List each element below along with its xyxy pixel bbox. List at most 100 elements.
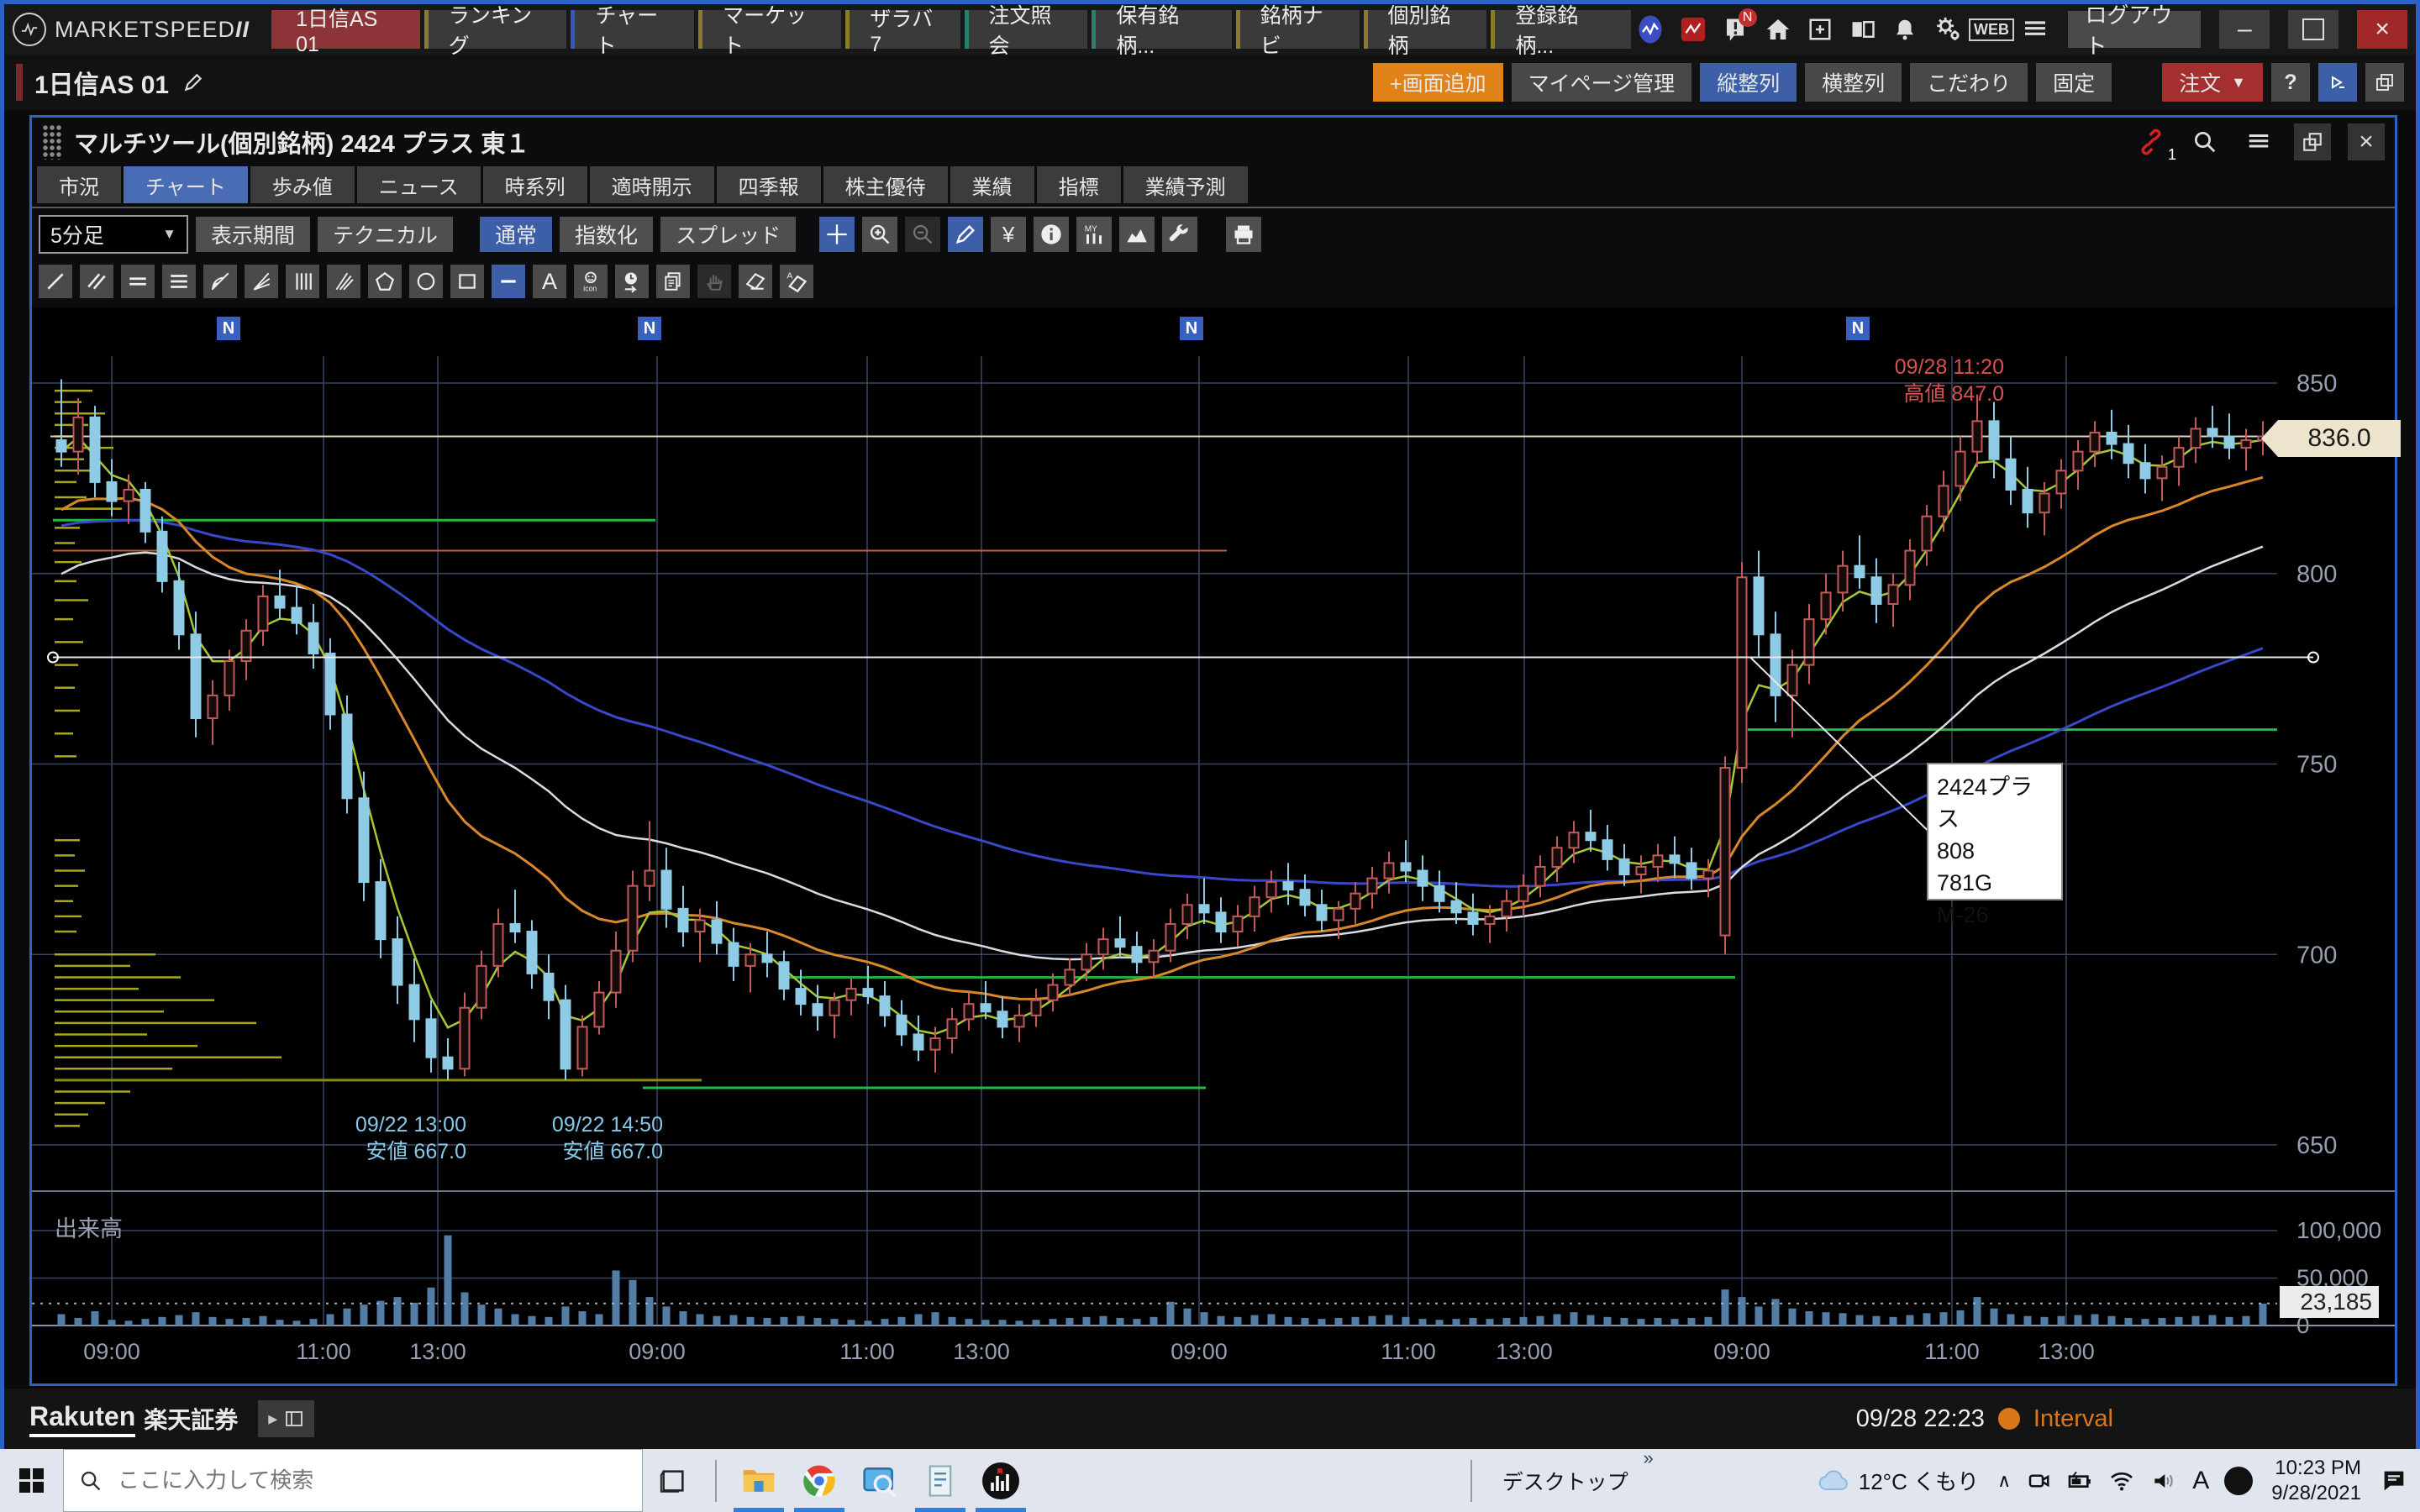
vertical-align-button[interactable]: 縦整列 xyxy=(1700,63,1797,102)
yen-display-icon[interactable]: ¥ xyxy=(991,217,1026,252)
info-icon[interactable] xyxy=(1034,217,1069,252)
task-view-button[interactable] xyxy=(643,1449,703,1512)
taskbar-clock[interactable]: 10:23 PM9/28/2021 xyxy=(2271,1456,2361,1506)
desktop-toolbar[interactable]: デスクトップ » xyxy=(1502,1466,1628,1496)
news-marker-3[interactable]: N xyxy=(1180,317,1203,340)
kodawari-button[interactable]: こだわり xyxy=(1910,63,2028,102)
display-icon[interactable] xyxy=(1849,13,1877,45)
tab-chart[interactable]: チャート xyxy=(124,166,248,203)
wifi-tray-icon[interactable] xyxy=(2108,1467,2135,1494)
technical-button[interactable]: テクニカル xyxy=(318,217,453,252)
window-titlebar[interactable]: マルチツール(個別銘柄) 2424 プラス 東１ 1 × xyxy=(32,118,2395,166)
menu-tab-zaraba[interactable]: ザラバ7 xyxy=(845,10,960,49)
draw-pencil-icon[interactable] xyxy=(948,217,983,252)
my-chart-icon[interactable]: MY xyxy=(1076,217,1112,252)
search-input[interactable] xyxy=(116,1467,590,1494)
tool-pentagon-icon[interactable] xyxy=(368,265,402,298)
help-button[interactable]: ? xyxy=(2271,63,2310,102)
close-button[interactable]: × xyxy=(2357,10,2407,49)
tool-eraser-icon[interactable] xyxy=(739,265,772,298)
web-link-icon[interactable]: WEB xyxy=(1975,13,2007,45)
zoom-out-icon[interactable] xyxy=(905,217,940,252)
tool-eraser-all-icon[interactable]: A xyxy=(780,265,813,298)
camera-tray-icon[interactable] xyxy=(2026,1468,2051,1494)
news-marker-1[interactable]: N xyxy=(217,317,240,340)
chart-red-icon[interactable] xyxy=(1679,13,1707,45)
link-group-icon[interactable]: 1 xyxy=(2133,123,2170,160)
tool-horizontal-segment-icon[interactable] xyxy=(492,265,525,298)
edit-pencil-icon[interactable] xyxy=(182,71,204,93)
window-close-icon[interactable]: × xyxy=(2348,123,2385,160)
add-window-icon[interactable] xyxy=(1806,13,1834,45)
marketspeed-app-icon[interactable]: R xyxy=(971,1449,1031,1512)
tool-text-icon[interactable]: A xyxy=(533,265,566,298)
display-period-button[interactable]: 表示期間 xyxy=(196,217,310,252)
menu-tab-ranking[interactable]: ランキング xyxy=(424,10,567,49)
menu-tab-workspace[interactable]: 1日信AS 01 xyxy=(271,10,420,49)
weather-widget[interactable]: 12°C くもり xyxy=(1817,1464,1979,1498)
taskbar-search[interactable] xyxy=(63,1449,643,1512)
horizontal-align-button[interactable]: 横整列 xyxy=(1805,63,1902,102)
tool-hand-icon[interactable] xyxy=(697,265,731,298)
file-explorer-icon[interactable] xyxy=(729,1449,789,1512)
tool-pitchfork-icon[interactable] xyxy=(327,265,360,298)
menu-tab-holdings[interactable]: 保有銘柄... xyxy=(1092,10,1231,49)
magnifier-app-icon[interactable] xyxy=(850,1449,910,1512)
tab-shihyo[interactable]: 指標 xyxy=(1037,166,1121,203)
menu-tab-individual-stock[interactable]: 個別銘柄 xyxy=(1364,10,1487,49)
tab-news[interactable]: ニュース xyxy=(357,166,481,203)
alert-icon[interactable]: N xyxy=(1721,13,1749,45)
popout-all-button[interactable] xyxy=(2365,63,2404,102)
maximize-button[interactable] xyxy=(2288,10,2338,49)
tab-gyoseki[interactable]: 業績 xyxy=(950,166,1034,203)
tool-multi-hlines-icon[interactable] xyxy=(162,265,196,298)
tab-shikiho[interactable]: 四季報 xyxy=(717,166,821,203)
mypage-manage-button[interactable]: マイページ管理 xyxy=(1512,63,1692,102)
bell-icon[interactable] xyxy=(1891,13,1919,45)
crosshair-icon[interactable] xyxy=(819,217,855,252)
search-icon[interactable] xyxy=(2186,123,2223,160)
normal-mode-button[interactable]: 通常 xyxy=(480,217,552,252)
notepad-icon[interactable] xyxy=(910,1449,971,1512)
tab-timeseries[interactable]: 時系列 xyxy=(483,166,587,203)
print-icon[interactable] xyxy=(1226,217,1261,252)
tab-forecast[interactable]: 業績予測 xyxy=(1123,166,1248,203)
battery-tray-icon[interactable] xyxy=(2066,1467,2093,1494)
tool-ellipse-icon[interactable] xyxy=(409,265,443,298)
news-marker-4[interactable]: N xyxy=(1846,317,1870,340)
popout-window-icon[interactable] xyxy=(2294,123,2331,160)
tool-cycle-lines-icon[interactable] xyxy=(615,265,649,298)
tool-two-hlines-icon[interactable] xyxy=(121,265,155,298)
settings-gears-icon[interactable] xyxy=(1933,13,1962,45)
minimize-button[interactable]: – xyxy=(2219,10,2270,49)
toolbar-chevron[interactable]: » xyxy=(1644,1447,1654,1469)
tab-yutai[interactable]: 株主優待 xyxy=(823,166,948,203)
menu-tab-market[interactable]: マーケット xyxy=(698,10,841,49)
chart-blue-icon[interactable] xyxy=(1635,13,1665,45)
action-center-icon[interactable] xyxy=(2380,1467,2408,1495)
tab-ayumine[interactable]: 歩み値 xyxy=(250,166,355,203)
spread-mode-button[interactable]: スプレッド xyxy=(660,217,796,252)
menu-hamburger-icon[interactable] xyxy=(2021,13,2049,45)
tool-rectangle-icon[interactable] xyxy=(450,265,484,298)
hidden-icons-chevron[interactable]: ∧ xyxy=(1997,1470,2011,1492)
pin-fixed-button[interactable]: 固定 xyxy=(2036,63,2112,102)
zoom-in-icon[interactable] xyxy=(862,217,897,252)
volume-tray-icon[interactable] xyxy=(2150,1467,2177,1494)
drag-handle[interactable] xyxy=(42,124,62,160)
add-screen-button[interactable]: +画面追加 xyxy=(1373,63,1503,102)
menu-tab-order-inquiry[interactable]: 注文照会 xyxy=(965,10,1088,49)
tab-shikyo[interactable]: 市況 xyxy=(37,166,121,203)
home-icon[interactable] xyxy=(1764,13,1792,45)
tool-fan-lines-icon[interactable] xyxy=(245,265,278,298)
tool-trendline-icon[interactable] xyxy=(39,265,72,298)
side-panel-toggle[interactable]: ▸ xyxy=(258,1400,314,1437)
tool-parallel-lines-icon[interactable] xyxy=(80,265,113,298)
quick-link-button[interactable] xyxy=(2318,63,2357,102)
window-menu-icon[interactable] xyxy=(2240,123,2277,160)
indexed-mode-button[interactable]: 指数化 xyxy=(560,217,653,252)
area-chart-icon[interactable] xyxy=(1119,217,1155,252)
menu-tab-stock-navi[interactable]: 銘柄ナビ xyxy=(1236,10,1360,49)
settings-wrench-icon[interactable] xyxy=(1162,217,1197,252)
logout-button[interactable]: ログアウト xyxy=(2068,11,2201,48)
